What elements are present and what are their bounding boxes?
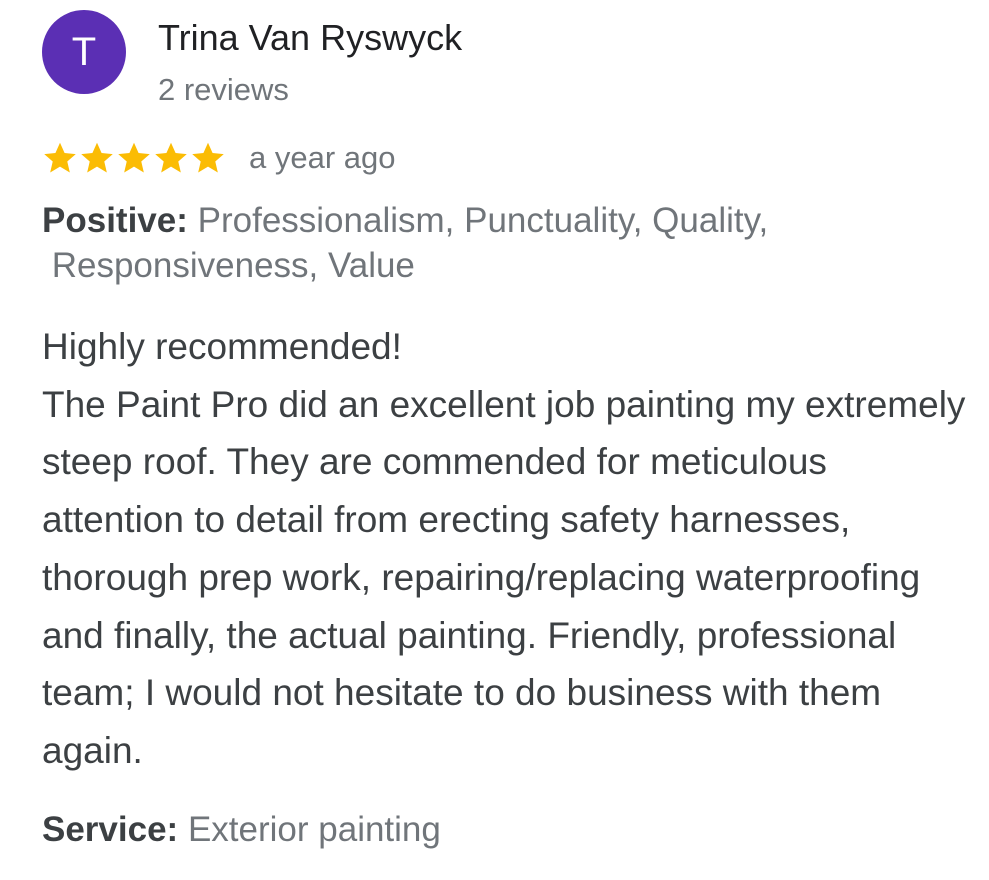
reviewer-name[interactable]: Trina Van Ryswyck [158,17,462,59]
service-info: Service: Exterior painting [42,810,441,850]
star-icon [192,142,224,173]
service-label: Service: [42,810,179,849]
star-icon [155,142,187,173]
positive-highlights: Positive: Professionalism, Punctuality, … [42,198,942,288]
star-icon [44,142,76,173]
star-icon [118,142,150,173]
review-time: a year ago [249,140,396,175]
positive-label: Positive: [42,201,188,240]
review-text: Highly recommended! The Paint Pro did an… [42,326,966,771]
avatar[interactable]: T [42,10,126,94]
rating-row: a year ago [42,136,396,180]
service-value: Exterior painting [187,810,441,849]
star-rating [42,140,227,176]
star-icon [81,142,113,173]
review-count: 2 reviews [158,72,289,107]
